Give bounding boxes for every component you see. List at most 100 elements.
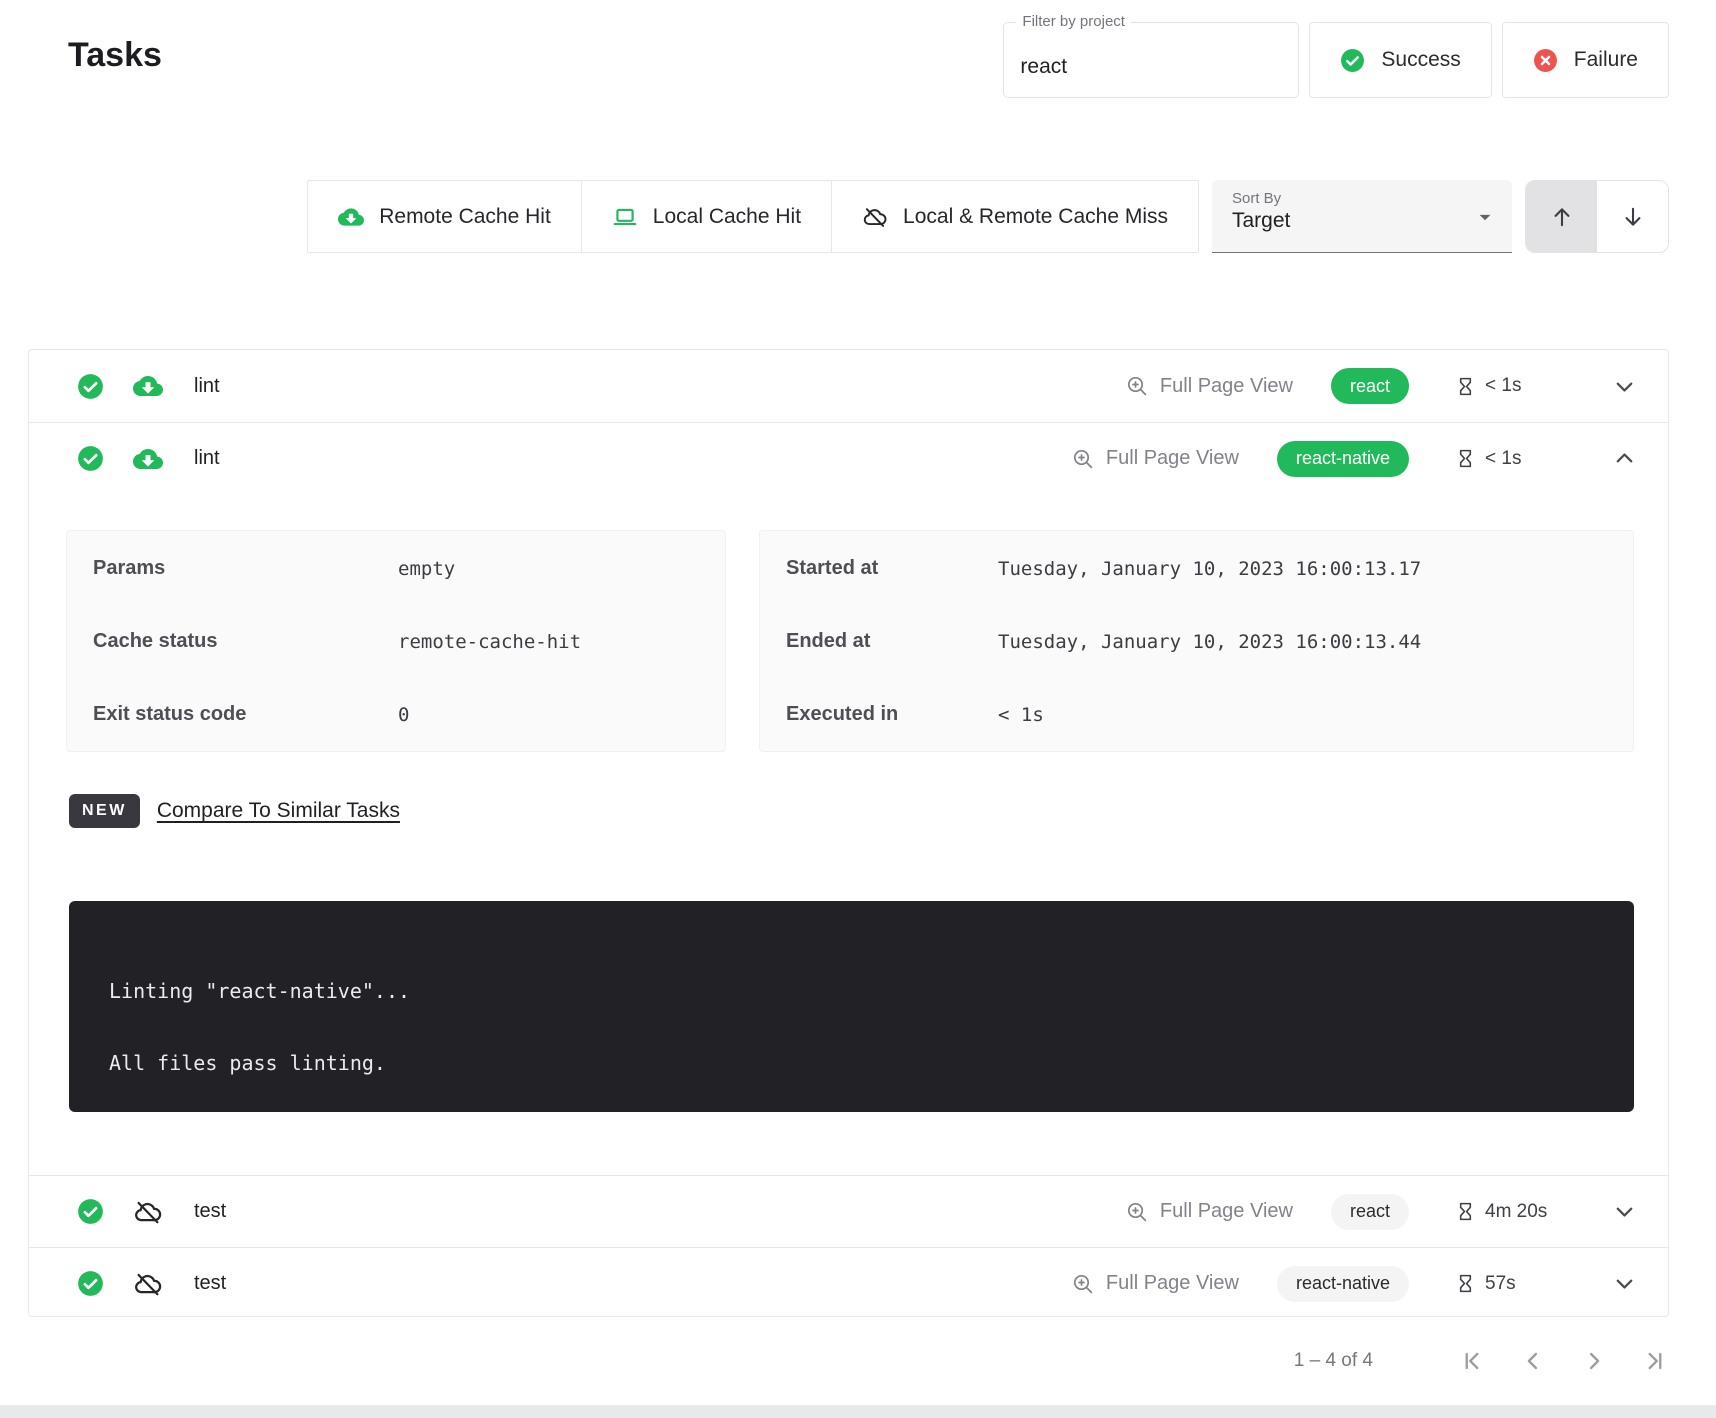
caret-down-icon xyxy=(1472,204,1498,235)
zoom-in-icon xyxy=(1125,374,1149,398)
cache-status-label: Cache status xyxy=(93,630,398,653)
chevron-down-icon[interactable] xyxy=(1611,373,1638,400)
sort-by-select[interactable]: Sort By Target xyxy=(1212,180,1512,253)
sort-descending-button[interactable] xyxy=(1597,181,1668,252)
duration-text: < 1s xyxy=(1485,375,1521,397)
zoom-in-icon xyxy=(1071,447,1095,471)
task-name: test xyxy=(194,1272,226,1295)
executed-in-label: Executed in xyxy=(786,703,998,726)
task-timing-panel: Started at Tuesday, January 10, 2023 16:… xyxy=(759,530,1634,752)
cache-status-value: remote-cache-hit xyxy=(398,631,581,653)
cache-miss-label: Local & Remote Cache Miss xyxy=(903,205,1168,229)
row-right: Full Page View react-native 57s xyxy=(1071,1266,1638,1302)
full-page-view-link[interactable]: Full Page View xyxy=(1125,374,1293,398)
chevron-down-icon[interactable] xyxy=(1611,1270,1638,1297)
exit-code-row: Exit status code 0 xyxy=(67,678,725,751)
zoom-in-icon xyxy=(1071,1272,1095,1296)
cloud-off-icon xyxy=(862,204,888,230)
success-status-icon xyxy=(77,373,104,400)
pagination: 1 – 4 of 4 xyxy=(1294,1336,1669,1386)
executed-in-value: < 1s xyxy=(998,704,1044,726)
header-controls: Filter by project Success Failure xyxy=(1003,22,1669,98)
cloud-off-icon xyxy=(133,1269,163,1299)
duration-text: < 1s xyxy=(1485,448,1521,470)
failure-filter-button[interactable]: Failure xyxy=(1502,22,1669,98)
hourglass-icon xyxy=(1455,1273,1476,1294)
started-at-label: Started at xyxy=(786,557,998,580)
duration-text: 4m 20s xyxy=(1485,1201,1547,1223)
row-right: Full Page View react-native < 1s xyxy=(1071,441,1638,477)
sort-ascending-button[interactable] xyxy=(1526,181,1597,252)
hourglass-icon xyxy=(1455,376,1476,397)
sort-by-label: Sort By xyxy=(1232,190,1492,207)
task-row-test-react-native[interactable]: test Full Page View react-native 57s xyxy=(29,1247,1668,1319)
duration: < 1s xyxy=(1455,448,1577,470)
task-name: test xyxy=(194,1200,226,1223)
task-row-lint-react-native[interactable]: lint Full Page View react-native < 1s xyxy=(29,422,1668,494)
duration: < 1s xyxy=(1455,375,1577,397)
success-status-icon xyxy=(77,445,104,472)
chevron-down-icon[interactable] xyxy=(1611,1198,1638,1225)
project-badge: react xyxy=(1331,368,1409,404)
toolbar: Remote Cache Hit Local Cache Hit Local &… xyxy=(307,180,1669,253)
cloud-download-icon xyxy=(133,444,163,474)
project-filter-field: Filter by project xyxy=(1003,22,1299,98)
success-icon xyxy=(1340,48,1365,73)
local-cache-hit-filter-button[interactable]: Local Cache Hit xyxy=(581,181,831,252)
cloud-off-icon xyxy=(133,1197,163,1227)
success-status-icon xyxy=(77,1198,104,1225)
terminal-line: All files pass linting. xyxy=(109,1051,1634,1075)
last-page-icon[interactable] xyxy=(1641,1347,1669,1375)
page-title: Tasks xyxy=(68,36,162,75)
task-meta-panel: Params empty Cache status remote-cache-h… xyxy=(66,530,726,752)
full-page-view-link[interactable]: Full Page View xyxy=(1071,1272,1239,1296)
task-row-test-react[interactable]: test Full Page View react 4m 20s xyxy=(29,1175,1668,1247)
local-cache-hit-label: Local Cache Hit xyxy=(653,205,801,229)
ended-at-label: Ended at xyxy=(786,630,998,653)
full-page-view-label: Full Page View xyxy=(1160,1200,1293,1223)
compare-to-similar-tasks-link[interactable]: Compare To Similar Tasks xyxy=(157,799,400,823)
previous-page-icon[interactable] xyxy=(1519,1347,1547,1375)
started-at-value: Tuesday, January 10, 2023 16:00:13.17 xyxy=(998,558,1421,580)
task-name: lint xyxy=(194,447,220,470)
first-page-icon[interactable] xyxy=(1458,1347,1486,1375)
cloud-download-icon xyxy=(338,204,364,230)
next-page-icon[interactable] xyxy=(1580,1347,1608,1375)
task-list-card: lint Full Page View react < 1s xyxy=(28,349,1669,1317)
project-filter-input[interactable] xyxy=(1004,23,1298,97)
failure-label: Failure xyxy=(1574,48,1638,72)
exit-code-label: Exit status code xyxy=(93,703,398,726)
row-right: Full Page View react < 1s xyxy=(1125,368,1638,404)
hourglass-icon xyxy=(1455,448,1476,469)
project-badge: react xyxy=(1331,1194,1409,1230)
success-filter-button[interactable]: Success xyxy=(1309,22,1491,98)
cache-status-row: Cache status remote-cache-hit xyxy=(67,605,725,678)
params-row: Params empty xyxy=(67,532,725,605)
row-right: Full Page View react 4m 20s xyxy=(1125,1194,1638,1230)
tasks-page: Tasks Filter by project Success Failure xyxy=(0,0,1716,1418)
duration: 4m 20s xyxy=(1455,1201,1577,1223)
ended-at-row: Ended at Tuesday, January 10, 2023 16:00… xyxy=(760,605,1633,678)
started-at-row: Started at Tuesday, January 10, 2023 16:… xyxy=(760,532,1633,605)
compare-row: NEW Compare To Similar Tasks xyxy=(69,794,1668,828)
executed-in-row: Executed in < 1s xyxy=(760,678,1633,751)
project-badge: react-native xyxy=(1277,1266,1409,1302)
laptop-icon xyxy=(612,204,638,230)
duration-text: 57s xyxy=(1485,1273,1516,1295)
cache-miss-filter-button[interactable]: Local & Remote Cache Miss xyxy=(831,181,1198,252)
full-page-view-label: Full Page View xyxy=(1160,375,1293,398)
exit-code-value: 0 xyxy=(398,704,409,726)
remote-cache-hit-filter-button[interactable]: Remote Cache Hit xyxy=(308,181,581,252)
cloud-download-icon xyxy=(133,371,163,401)
task-row-lint-react[interactable]: lint Full Page View react < 1s xyxy=(29,350,1668,422)
params-label: Params xyxy=(93,557,398,580)
full-page-view-link[interactable]: Full Page View xyxy=(1125,1200,1293,1224)
arrow-down-icon xyxy=(1619,203,1647,231)
sort-direction-group xyxy=(1525,180,1669,253)
cache-filter-group: Remote Cache Hit Local Cache Hit Local &… xyxy=(307,180,1199,253)
failure-icon xyxy=(1533,48,1558,73)
success-status-icon xyxy=(77,1270,104,1297)
new-badge: NEW xyxy=(69,794,140,828)
chevron-up-icon[interactable] xyxy=(1611,445,1638,472)
full-page-view-link[interactable]: Full Page View xyxy=(1071,447,1239,471)
